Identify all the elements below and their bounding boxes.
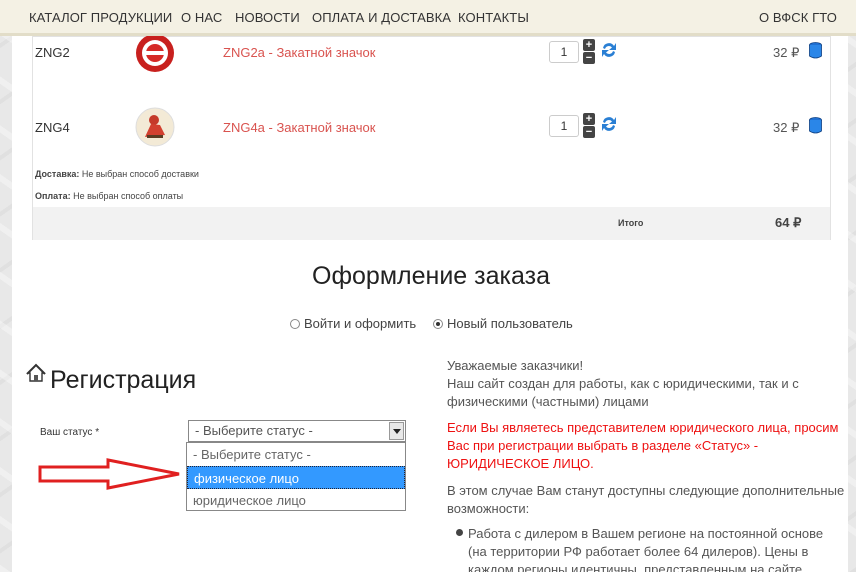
total-label: Итого <box>618 218 644 228</box>
new-user-option[interactable]: Новый пользователь <box>433 316 573 331</box>
login-option[interactable]: Войти и оформить <box>290 316 416 331</box>
nav-catalog[interactable]: КАТАЛОГ ПРОДУКЦИИ <box>29 10 172 25</box>
payment-info: Оплата: Не выбран способ оплаты <box>35 191 183 201</box>
status-select[interactable]: - Выберите статус - <box>188 420 406 442</box>
plus-icon[interactable]: + <box>583 39 595 51</box>
nav-about[interactable]: О НАС <box>181 10 222 25</box>
cart-row: ZNG4 ZNG4a - Закатной значок 1 + − 32 ₽ <box>33 107 830 197</box>
status-option-placeholder[interactable]: - Выберите статус - <box>187 443 405 466</box>
info-text: физическими (частными) лицами <box>447 394 649 409</box>
delivery-label: Доставка: <box>35 169 80 179</box>
badge-image <box>135 107 175 147</box>
info-notice: Вас при регистрации выбрать в разделе «С… <box>447 438 759 453</box>
nav-contacts[interactable]: КОНТАКТЫ <box>458 10 529 25</box>
status-option-individual[interactable]: физическое лицо <box>187 466 405 489</box>
registration-title: Регистрация <box>50 366 197 394</box>
delivery-value: Не выбран способ доставки <box>81 169 199 179</box>
qty-input[interactable]: 1 <box>549 115 579 137</box>
info-bullet: каждом регионы идентичны, представленным… <box>468 562 806 572</box>
qty-input[interactable]: 1 <box>549 41 579 63</box>
payment-label: Оплата: <box>35 191 71 201</box>
delivery-info: Доставка: Не выбран способ доставки <box>35 169 199 179</box>
login-option-label: Войти и оформить <box>304 316 417 331</box>
total-bar: Итого 64 ₽ <box>33 207 830 240</box>
qty-stepper: + − <box>583 39 595 65</box>
info-text: возможности: <box>447 501 530 516</box>
item-name-link[interactable]: ZNG4a - Закатной значок <box>223 120 375 135</box>
chevron-down-icon[interactable] <box>389 422 404 440</box>
item-price: 32 ₽ <box>773 120 800 135</box>
info-bullet: (на территории РФ работает более 64 диле… <box>468 544 809 559</box>
info-bullet: Работа с дилером в Вашем регионе на пост… <box>468 526 824 541</box>
total-value: 64 ₽ <box>775 215 802 230</box>
badge-image <box>136 34 174 72</box>
trash-icon[interactable] <box>809 117 822 134</box>
new-user-option-label: Новый пользователь <box>447 316 573 331</box>
cart-table: ZNG2 ZNG2a - Закатной значок 1 + − 32 ₽ … <box>32 34 831 240</box>
status-dropdown: - Выберите статус - физическое лицо юрид… <box>186 442 406 511</box>
radio-new-user[interactable] <box>433 319 443 329</box>
info-text: В этом случае Вам станут доступны следую… <box>447 483 845 498</box>
radio-login[interactable] <box>290 319 300 329</box>
info-notice: Если Вы являетесь представителем юридиче… <box>447 420 839 435</box>
nav-news[interactable]: НОВОСТИ <box>235 10 300 25</box>
info-notice: ЮРИДИЧЕСКОЕ ЛИЦО. <box>447 456 594 471</box>
payment-value: Не выбран способ оплаты <box>73 191 184 201</box>
top-navigation: КАТАЛОГ ПРОДУКЦИИ О НАС НОВОСТИ ОПЛАТА И… <box>0 0 856 36</box>
status-select-value: - Выберите статус - <box>195 423 313 438</box>
plus-icon[interactable]: + <box>583 113 595 125</box>
status-option-legal[interactable]: юридическое лицо <box>187 489 405 512</box>
bullet-icon <box>456 529 463 536</box>
refresh-icon[interactable] <box>600 114 618 134</box>
minus-icon[interactable]: − <box>583 126 595 138</box>
info-text: Наш сайт создан для работы, как с юридич… <box>447 376 799 391</box>
item-name-link[interactable]: ZNG2a - Закатной значок <box>223 45 375 60</box>
refresh-icon[interactable] <box>600 40 618 60</box>
house-icon <box>26 363 46 382</box>
nav-about-vfsk[interactable]: О ВФСК ГТО <box>759 10 837 25</box>
item-price: 32 ₽ <box>773 45 800 60</box>
qty-stepper: + − <box>583 113 595 139</box>
checkout-title: Оформление заказа <box>312 262 550 290</box>
item-sku: ZNG4 <box>35 120 70 135</box>
nav-payment-delivery[interactable]: ОПЛАТА И ДОСТАВКА <box>312 10 451 25</box>
info-greeting: Уважаемые заказчики! <box>447 358 584 373</box>
trash-icon[interactable] <box>809 42 822 59</box>
cart-row: ZNG2 ZNG2a - Закатной значок 1 + − 32 ₽ <box>33 34 830 117</box>
minus-icon[interactable]: − <box>583 52 595 64</box>
red-arrow-pointer <box>38 458 180 490</box>
status-label: Ваш статус * <box>40 427 100 438</box>
item-sku: ZNG2 <box>35 45 70 60</box>
